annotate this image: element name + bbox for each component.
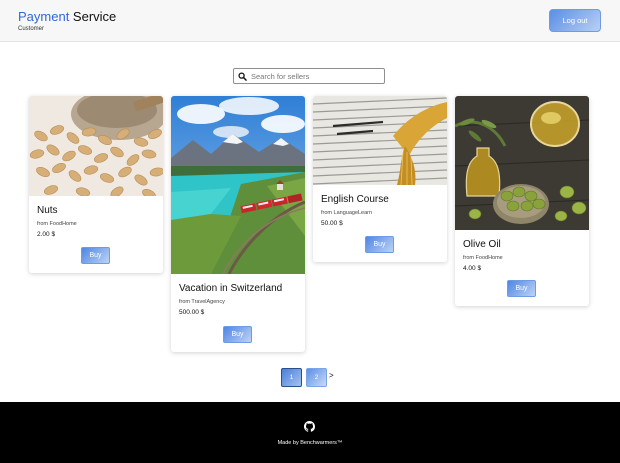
product-price: 2.00 $ bbox=[37, 231, 56, 238]
page-1-button[interactable]: 1 bbox=[281, 368, 302, 387]
product-seller: from FoodHome bbox=[37, 221, 77, 227]
product-title: Vacation in Switzerland bbox=[179, 283, 283, 294]
github-icon[interactable] bbox=[304, 421, 315, 432]
search-input[interactable] bbox=[251, 70, 381, 82]
product-image-english-course bbox=[313, 96, 447, 185]
buy-button[interactable]: Buy bbox=[507, 280, 536, 297]
product-title: Olive Oil bbox=[463, 239, 501, 250]
product-title: English Course bbox=[321, 194, 389, 205]
app-title: Payment Service bbox=[18, 9, 116, 24]
app-title-rest: Service bbox=[69, 9, 117, 24]
buy-button[interactable]: Buy bbox=[223, 326, 252, 343]
product-price: 4.00 $ bbox=[463, 265, 482, 272]
product-price: 500.00 $ bbox=[179, 309, 205, 316]
product-card-olive-oil: Olive Oil from FoodHome 4.00 $ Buy bbox=[455, 96, 589, 306]
app-header: Payment Service Customer Log out bbox=[0, 0, 620, 42]
buy-button[interactable]: Buy bbox=[365, 236, 394, 253]
footer bbox=[0, 402, 620, 463]
user-role-label: Customer bbox=[18, 26, 45, 32]
product-seller: from FoodHome bbox=[463, 255, 503, 261]
page-2-button[interactable]: 2 bbox=[306, 368, 327, 387]
next-page-button[interactable]: > bbox=[329, 371, 334, 380]
product-image-olive-oil bbox=[455, 96, 589, 230]
product-seller: from TravelAgency bbox=[179, 299, 225, 305]
product-price: 50.00 $ bbox=[321, 220, 343, 227]
product-card-vacation: Vacation in Switzerland from TravelAgenc… bbox=[171, 96, 305, 352]
product-card-english-course: English Course from LanguageLearn 50.00 … bbox=[313, 96, 447, 262]
logout-button[interactable]: Log out bbox=[549, 9, 601, 32]
product-image-vacation bbox=[171, 96, 305, 274]
product-card-nuts: Nuts from FoodHome 2.00 $ Buy bbox=[29, 96, 163, 273]
search-icon bbox=[238, 72, 247, 81]
product-image-nuts bbox=[29, 96, 163, 196]
product-seller: from LanguageLearn bbox=[321, 210, 373, 216]
app-title-accent: Payment bbox=[18, 9, 70, 24]
seller-search-box[interactable] bbox=[233, 68, 385, 84]
footer-credit: Made by Benchwarmers™ bbox=[277, 440, 343, 446]
product-title: Nuts bbox=[37, 205, 58, 216]
buy-button[interactable]: Buy bbox=[81, 247, 110, 264]
